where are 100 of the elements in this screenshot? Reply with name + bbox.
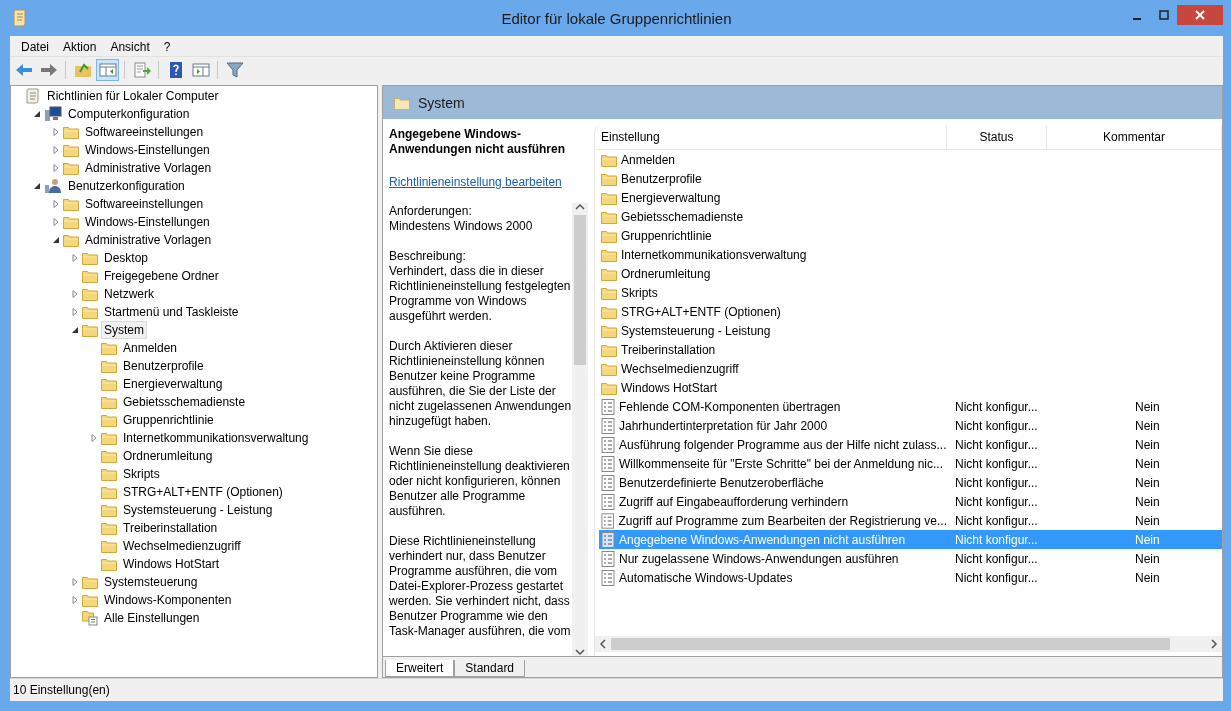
tree-item[interactable]: Softwareeinstellungen [82,123,207,141]
close-button[interactable] [1177,5,1223,25]
table-row[interactable]: Systemsteuerung - Leistung [599,321,1222,340]
table-row[interactable]: Wechselmedienzugriff [599,359,1222,378]
table-row[interactable]: Gebietsschemadienste [599,207,1222,226]
view-tab[interactable]: Standard [454,660,526,677]
expand-arrow-icon[interactable] [52,128,60,136]
table-row[interactable]: Zugriff auf Eingabeaufforderung verhindern Nicht konfigur... Nein [599,492,1222,511]
tree-item[interactable]: Internetkommunikationsverwaltung [120,429,312,447]
menu-item[interactable]: ? [156,40,178,54]
table-row[interactable]: Ausführung folgender Programme aus der Hilfe nicht zulass... Nicht konfigur... Nein [599,435,1222,454]
scroll-thumb[interactable] [611,638,1171,650]
expand-arrow-icon[interactable] [52,146,60,154]
tree-item[interactable]: Anmelden [120,339,181,357]
table-row[interactable]: Jahrhundertinterpretation für Jahr 2000 Nicht konfigur... Nein [599,416,1222,435]
column-header[interactable]: Kommentar [1047,125,1222,149]
expand-arrow-icon[interactable] [71,596,79,604]
scroll-down-icon[interactable] [575,648,585,656]
tree-item[interactable]: Desktop [101,249,152,267]
view-tab[interactable]: Erweitert [385,660,455,677]
tree-item[interactable]: Systemsteuerung - Leistung [120,501,276,519]
table-row[interactable]: Zugriff auf Programme zum Bearbeiten der Registrierung ve... Nicht konfigur... Nein [599,511,1222,530]
tree-item[interactable]: Administrative Vorlagen [82,231,215,249]
setting-name: Systemsteuerung - Leistung [621,323,771,338]
tree-item[interactable]: Freigegebene Ordner [101,267,222,285]
scroll-left-icon[interactable] [599,639,607,649]
table-row[interactable]: Automatische Windows-Updates Nicht konfigur... Nein [599,568,1222,587]
policy-setting-icon [601,398,615,415]
console-tree-button[interactable] [96,59,119,81]
tree-item[interactable]: Computerkonfiguration [65,105,193,123]
tree-item[interactable]: Ordnerumleitung [120,447,216,465]
column-header[interactable]: Einstellung [595,125,947,149]
scroll-thumb[interactable] [574,215,586,365]
tree-item[interactable]: Gebietsschemadienste [120,393,249,411]
expand-arrow-icon[interactable] [71,254,79,262]
tree-item[interactable]: System [101,321,147,339]
tree-item[interactable]: Windows-Einstellungen [82,213,213,231]
table-row[interactable]: STRG+ALT+ENTF (Optionen) [599,302,1222,321]
tree-item[interactable]: Treiberinstallation [120,519,221,537]
tree-item[interactable]: Startmenü und Taskleiste [101,303,242,321]
tree-item[interactable]: Softwareeinstellungen [82,195,207,213]
collapse-arrow-icon[interactable] [52,236,60,244]
expand-arrow-icon[interactable] [52,200,60,208]
expand-arrow-icon[interactable] [71,308,79,316]
horizontal-scrollbar[interactable] [595,636,1222,652]
tree-item[interactable]: Windows-Komponenten [101,591,235,609]
tree-item[interactable]: Benutzerkonfiguration [65,177,188,195]
table-row[interactable]: Treiberinstallation [599,340,1222,359]
table-row[interactable]: Fehlende COM-Komponenten übertragen Nicht konfigur... Nein [599,397,1222,416]
tree-item[interactable]: Windows HotStart [120,555,223,573]
tree-item[interactable]: Windows-Einstellungen [82,141,213,159]
tree-item[interactable]: Administrative Vorlagen [82,159,215,177]
expand-arrow-icon[interactable] [71,290,79,298]
menu-item[interactable]: Ansicht [103,40,157,54]
table-row[interactable]: Gruppenrichtlinie [599,226,1222,245]
filter-button[interactable] [223,59,246,81]
menu-item[interactable]: Datei [14,40,56,54]
table-row[interactable]: Energieverwaltung [599,188,1222,207]
tree-item[interactable]: Gruppenrichtlinie [120,411,217,429]
tree-item[interactable]: Alle Einstellungen [101,609,203,627]
table-row[interactable]: Anmelden [599,150,1222,169]
expand-arrow-icon[interactable] [90,434,98,442]
expand-arrow-icon[interactable] [52,164,60,172]
tree-item[interactable]: Skripts [120,465,163,483]
scroll-up-icon[interactable] [575,203,585,211]
vertical-scrollbar[interactable] [572,203,588,656]
scroll-right-icon[interactable] [1210,639,1218,649]
policy-setting-icon [601,493,615,510]
collapse-arrow-icon[interactable] [33,182,41,190]
table-row[interactable]: Willkommenseite für "Erste Schritte" bei der Anmeldung nic... Nicht konfigur... Nein [599,454,1222,473]
expand-arrow-icon[interactable] [71,578,79,586]
setting-name: Zugriff auf Programme zum Bearbeiten der Registrierung ve... [618,513,947,528]
tree-item[interactable]: Systemsteuerung [101,573,201,591]
tree-item[interactable]: Netzwerk [101,285,157,303]
column-header[interactable]: Status [947,125,1047,149]
setting-name: Angegebene Windows-Anwendungen nicht ausführen [619,532,906,547]
collapse-arrow-icon[interactable] [33,110,41,118]
tree-item[interactable]: Energieverwaltung [120,375,226,393]
tree-item[interactable]: Wechselmedienzugriff [120,537,244,555]
table-row[interactable]: Nur zugelassene Windows-Anwendungen ausführen Nicht konfigur... Nein [599,549,1222,568]
tree-item[interactable]: Benutzerprofile [120,357,207,375]
folder-icon [601,285,617,300]
tree-item[interactable]: STRG+ALT+ENTF (Optionen) [120,483,286,501]
collapse-arrow-icon[interactable] [71,326,79,334]
table-row[interactable]: Windows HotStart [599,378,1222,397]
policy-setting-icon [601,531,615,548]
folder-icon [601,323,617,338]
comment-text: Nein [1135,494,1160,509]
tree-item[interactable]: Richtlinien für Lokaler Computer [44,87,222,105]
table-row[interactable]: Skripts [599,283,1222,302]
table-row[interactable]: Internetkommunikationsverwaltung [599,245,1222,264]
edit-policy-link[interactable]: Richtlinieneinstellung bearbeiten [389,175,572,190]
description-text: Beschreibung: Verhindert, dass die in dieser Richtlinieneinstellung festgelegten Programme von Windows ausgeführt werden. [389,249,572,324]
menu-item[interactable]: Aktion [56,40,104,54]
table-row[interactable]: Ordnerumleitung [599,264,1222,283]
expand-arrow-icon[interactable] [52,218,60,226]
folder-icon [63,161,79,175]
table-row[interactable]: Benutzerprofile [599,169,1222,188]
folder-icon [63,125,79,139]
table-row[interactable]: Benutzerdefinierte Benutzeroberfläche Nicht konfigur... Nein [599,473,1222,492]
